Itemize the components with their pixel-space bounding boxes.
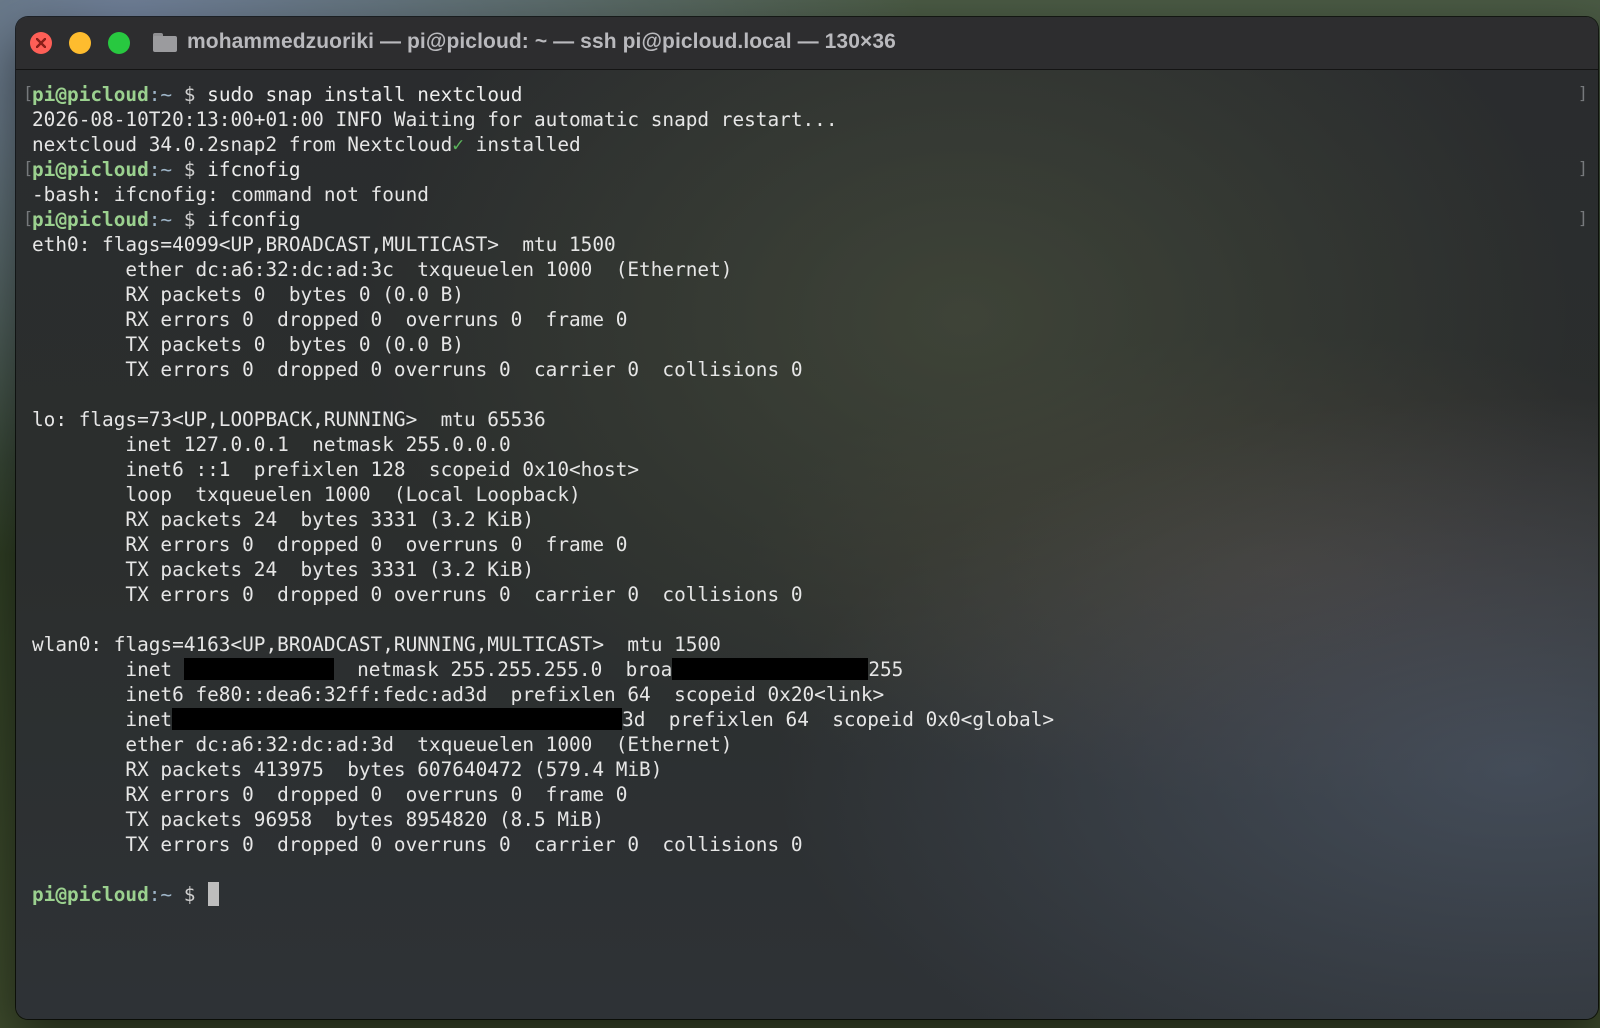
- title-bar[interactable]: mohammedzuoriki — pi@picloud: ~ — ssh pi…: [16, 17, 1598, 70]
- prompt-path: :~: [148, 83, 173, 106]
- inet-label: inet: [32, 658, 184, 681]
- prompt-path: :~: [148, 883, 173, 906]
- prompt-user-host: pi@picloud: [32, 208, 149, 231]
- mark-bracket-right: ]: [1577, 209, 1588, 229]
- output-line: ether dc:a6:32:dc:ad:3d txqueuelen 1000 …: [32, 733, 733, 756]
- mark-bracket-left: [: [23, 84, 34, 104]
- prompt-line: [pi@picloud:~ $ sudo snap install nextcl…: [23, 82, 1598, 107]
- output-line: loop txqueuelen 1000 (Local Loopback): [32, 483, 581, 506]
- prompt-symbol: $: [183, 208, 196, 231]
- mark-bracket-right: ]: [1577, 159, 1588, 179]
- output-line: TX errors 0 dropped 0 overruns 0 carrier…: [32, 358, 803, 381]
- text-cursor[interactable]: [208, 882, 220, 906]
- prompt-symbol: $: [183, 883, 196, 906]
- output-line: TX packets 0 bytes 0 (0.0 B): [32, 333, 464, 356]
- netmask-text: netmask 255.255.255.0 broa: [333, 658, 673, 681]
- output-line: TX errors 0 dropped 0 overruns 0 carrier…: [32, 583, 803, 606]
- output-line: RX errors 0 dropped 0 overruns 0 frame 0: [32, 308, 628, 331]
- command-text: sudo snap install nextcloud: [207, 83, 523, 106]
- mark-bracket-left: [: [23, 209, 34, 229]
- install-status: installed: [463, 133, 581, 156]
- prompt-symbol: $: [183, 83, 196, 106]
- broadcast-tail: 255: [868, 658, 904, 681]
- mark-bracket-left: [: [23, 159, 34, 179]
- output-line: TX packets 96958 bytes 8954820 (8.5 MiB): [32, 808, 605, 831]
- command-text: ifconfig: [207, 208, 301, 231]
- inet6-global-tail: 3d prefixlen 64 scopeid 0x0<global>: [622, 708, 1055, 731]
- output-line: RX errors 0 dropped 0 overruns 0 frame 0: [32, 533, 628, 556]
- redacted-block: [183, 658, 334, 680]
- output-line: RX packets 24 bytes 3331 (3.2 KiB): [32, 508, 534, 531]
- prompt-user-host: pi@picloud: [32, 83, 149, 106]
- redacted-block: [672, 658, 869, 680]
- interface-header-wlan0: wlan0: flags=4163<UP,BROADCAST,RUNNING,M…: [32, 633, 721, 656]
- inet6-label: inet: [32, 708, 173, 731]
- output-line: RX errors 0 dropped 0 overruns 0 frame 0: [32, 783, 628, 806]
- error-line: -bash: ifcnofig: command not found: [32, 183, 429, 206]
- output-line: 2026-08-10T20:13:00+01:00 INFO Waiting f…: [32, 108, 838, 131]
- prompt-line: [pi@picloud:~ $ ifcnofig]: [23, 157, 1598, 182]
- output-line: TX errors 0 dropped 0 overruns 0 carrier…: [32, 833, 803, 856]
- output-line: TX packets 24 bytes 3331 (3.2 KiB): [32, 558, 534, 581]
- output-line: inet 3d prefixlen 64 scopeid 0x0<global>: [32, 707, 1598, 732]
- output-line: ether dc:a6:32:dc:ad:3c txqueuelen 1000 …: [32, 258, 733, 281]
- output-line: RX packets 413975 bytes 607640472 (579.4…: [32, 758, 663, 781]
- folder-icon: [153, 32, 177, 52]
- command-text: ifcnofig: [207, 158, 301, 181]
- check-icon: ✓: [452, 133, 464, 156]
- output-line: RX packets 0 bytes 0 (0.0 B): [32, 283, 464, 306]
- close-window-button[interactable]: [30, 32, 52, 54]
- prompt-symbol: $: [183, 158, 196, 181]
- prompt-path: :~: [148, 208, 173, 231]
- redacted-block: [172, 708, 623, 730]
- window-title: mohammedzuoriki — pi@picloud: ~ — ssh pi…: [187, 30, 896, 53]
- install-text: nextcloud 34.0.2snap2 from Nextcloud: [32, 133, 453, 156]
- minimize-window-button[interactable]: [69, 32, 91, 54]
- output-line: inet 127.0.0.1 netmask 255.0.0.0: [32, 433, 511, 456]
- prompt-user-host: pi@picloud: [32, 883, 149, 906]
- prompt-path: :~: [148, 158, 173, 181]
- active-prompt-line[interactable]: pi@picloud:~ $: [32, 882, 1598, 907]
- terminal-window: mohammedzuoriki — pi@picloud: ~ — ssh pi…: [16, 17, 1598, 1019]
- zoom-window-button[interactable]: [108, 32, 130, 54]
- terminal-output[interactable]: [pi@picloud:~ $ sudo snap install nextcl…: [23, 82, 1598, 907]
- mark-bracket-right: ]: [1577, 84, 1588, 104]
- prompt-user-host: pi@picloud: [32, 158, 149, 181]
- prompt-line: [pi@picloud:~ $ ifconfig]: [23, 207, 1598, 232]
- output-line: inet6 fe80::dea6:32ff:fedc:ad3d prefixle…: [32, 683, 885, 706]
- output-line: nextcloud 34.0.2snap2 from Nextcloud✓ in…: [32, 132, 1598, 157]
- interface-header-eth0: eth0: flags=4099<UP,BROADCAST,MULTICAST>…: [32, 233, 616, 256]
- interface-header-lo: lo: flags=73<UP,LOOPBACK,RUNNING> mtu 65…: [32, 408, 546, 431]
- output-line: inet6 ::1 prefixlen 128 scopeid 0x10<hos…: [32, 458, 640, 481]
- output-line: inet netmask 255.255.255.0 broa 255: [32, 657, 1598, 682]
- window-title-group: mohammedzuoriki — pi@picloud: ~ — ssh pi…: [153, 30, 896, 54]
